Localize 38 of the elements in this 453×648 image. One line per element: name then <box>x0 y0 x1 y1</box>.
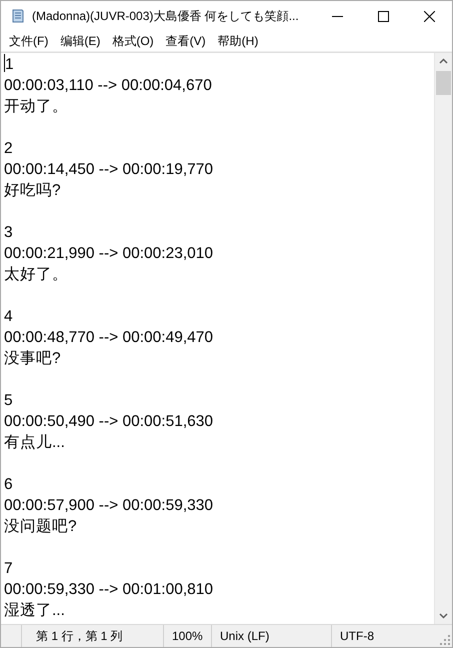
zoom-level: 100% <box>163 625 211 647</box>
subtitle-index: 5 <box>4 392 13 409</box>
subtitle-timing: 00:00:57,900 --> 00:00:59,330 <box>4 497 213 514</box>
subtitle-index: 6 <box>4 476 13 493</box>
maximize-icon[interactable] <box>378 10 388 22</box>
text-cursor <box>4 54 5 72</box>
subtitle-index: 1 <box>5 56 14 73</box>
subtitle-text: 湿透了... <box>4 602 65 619</box>
subtitle-timing: 00:00:59,330 --> 00:01:00,810 <box>4 581 213 598</box>
menu-item[interactable]: 查看(V) <box>160 31 212 51</box>
line-ending: Unix (LF) <box>211 625 331 647</box>
subtitle-text: 好吃吗? <box>4 182 61 199</box>
resize-grip-icon[interactable] <box>440 635 450 645</box>
encoding: UTF-8 <box>331 625 427 647</box>
close-icon[interactable] <box>424 10 434 22</box>
subtitle-text: 有点儿... <box>4 434 65 451</box>
subtitle-timing: 00:00:14,450 --> 00:00:19,770 <box>4 161 213 178</box>
scrollbar-thumb[interactable] <box>436 71 451 95</box>
window-title: (Madonna)(JUVR-003)大島優香 何をしても笑顔... <box>32 8 300 24</box>
menu-item[interactable]: 格式(O) <box>106 31 160 51</box>
scrollbar[interactable] <box>434 53 452 624</box>
subtitle-index: 2 <box>4 140 13 157</box>
menu-item[interactable]: 文件(F) <box>3 31 54 51</box>
menu-item[interactable]: 帮助(H) <box>212 31 264 51</box>
notepad-icon <box>10 8 26 24</box>
subtitle-timing: 00:00:48,770 --> 00:00:49,470 <box>4 329 213 346</box>
subtitle-timing: 00:00:21,990 --> 00:00:23,010 <box>4 245 213 262</box>
subtitle-text: 没问题吧? <box>4 518 77 535</box>
subtitle-timing: 00:00:03,110 --> 00:00:04,670 <box>4 77 212 94</box>
subtitle-text: 开动了。 <box>4 98 68 115</box>
subtitle-timing: 00:00:50,490 --> 00:00:51,630 <box>4 413 213 430</box>
subtitle-index: 7 <box>4 560 13 577</box>
menu-item[interactable]: 编辑(E) <box>54 31 106 51</box>
subtitle-text: 太好了。 <box>4 266 68 283</box>
subtitle-index: 3 <box>4 224 13 241</box>
subtitle-index: 4 <box>4 308 13 325</box>
cursor-position: 第 1 行，第 1 列 <box>21 625 163 647</box>
subtitle-text: 没事吧? <box>4 350 61 367</box>
